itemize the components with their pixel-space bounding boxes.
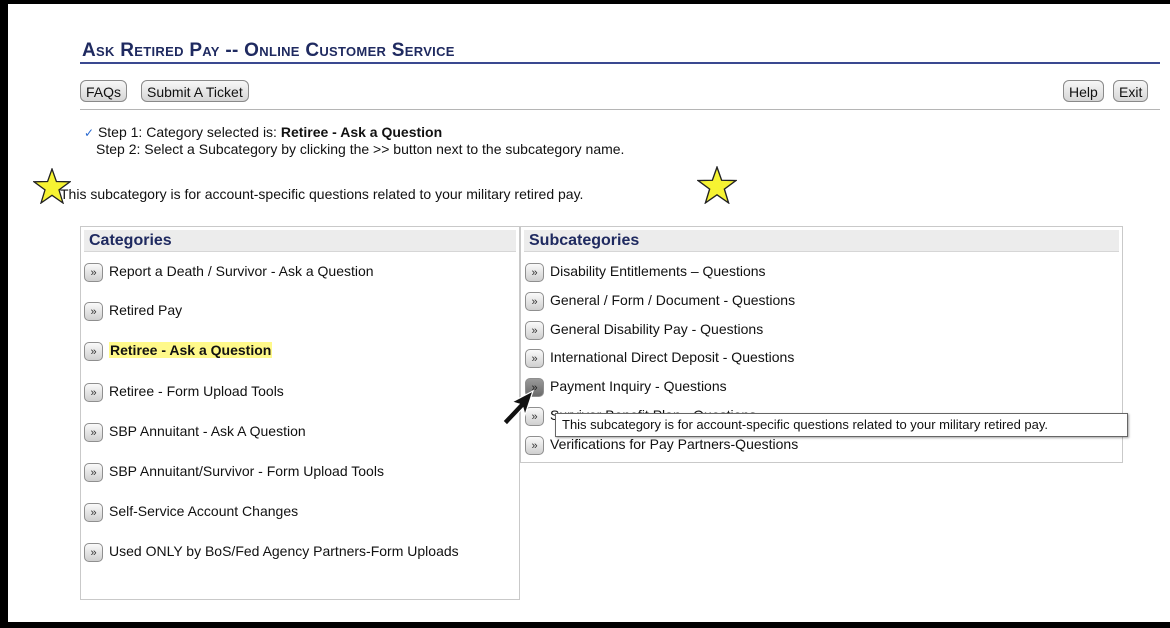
subcategory-label[interactable]: International Direct Deposit - Questions <box>550 349 794 365</box>
subcategories-header: Subcategories <box>524 230 1119 252</box>
submit-ticket-button[interactable]: Submit A Ticket <box>141 80 249 102</box>
subcategory-item: » General / Form / Document - Questions <box>525 291 795 311</box>
page-title: Ask Retired Pay -- Online Customer Servi… <box>82 40 455 61</box>
category-item: » Self-Service Account Changes <box>84 502 298 522</box>
title-divider <box>80 62 1160 64</box>
category-item: » Used ONLY by BoS/Fed Agency Partners-Fo… <box>84 542 504 562</box>
select-subcategory-button[interactable]: » <box>525 320 544 340</box>
select-category-button[interactable]: » <box>84 262 103 282</box>
selected-category: Retiree - Ask a Question <box>280 124 443 140</box>
category-label[interactable]: SBP Annuitant/Survivor - Form Upload Too… <box>109 463 384 479</box>
check-icon: ✓ <box>84 126 95 140</box>
exit-button[interactable]: Exit <box>1113 80 1149 102</box>
subcategory-item: » International Direct Deposit - Question… <box>525 348 794 368</box>
subcategory-label[interactable]: Verifications for Pay Partners-Questions <box>550 436 798 452</box>
select-subcategory-button[interactable]: » <box>525 435 544 455</box>
subcategory-item-hovered: » Payment Inquiry - Questions <box>525 377 727 397</box>
step-2: Step 2: Select a Subcategory by clicking… <box>96 141 625 157</box>
subcategory-label[interactable]: Disability Entitlements – Questions <box>550 263 766 279</box>
category-item: » Retiree - Form Upload Tools <box>84 382 284 402</box>
category-label[interactable]: Retiree - Form Upload Tools <box>109 383 284 399</box>
category-item: » Retired Pay <box>84 301 182 321</box>
select-category-button[interactable]: » <box>84 502 103 522</box>
subcategory-info-text: This subcategory is for account-specific… <box>60 186 584 202</box>
category-label[interactable]: Report a Death / Survivor - Ask a Questi… <box>109 263 374 279</box>
category-label[interactable]: Used ONLY by BoS/Fed Agency Partners-For… <box>109 543 459 559</box>
category-item: » Report a Death / Survivor - Ask a Quest… <box>84 262 374 282</box>
category-label[interactable]: Self-Service Account Changes <box>109 503 298 519</box>
subcategory-item: » Verifications for Pay Partners-Question… <box>525 435 798 455</box>
star-icon <box>697 166 737 204</box>
select-category-button[interactable]: » <box>84 422 103 442</box>
select-category-button[interactable]: » <box>84 382 103 402</box>
toolbar-divider <box>80 109 1160 110</box>
category-label[interactable]: SBP Annuitant - Ask A Question <box>109 423 306 439</box>
subcategory-label[interactable]: Payment Inquiry - Questions <box>550 378 727 394</box>
step-1-prefix: Step 1: Category selected is: <box>97 124 281 140</box>
faqs-button[interactable]: FAQs <box>80 80 128 102</box>
category-label[interactable]: Retired Pay <box>109 302 182 318</box>
subcategory-item: » General Disability Pay - Questions <box>525 320 763 340</box>
subcategory-label[interactable]: General / Form / Document - Questions <box>550 292 795 308</box>
select-category-button[interactable]: » <box>84 301 103 321</box>
step-1: ✓ Step 1: Category selected is: Retiree … <box>84 124 624 141</box>
category-item-selected: » Retiree - Ask a Question <box>84 341 273 361</box>
help-button[interactable]: Help <box>1063 80 1104 102</box>
select-category-button[interactable]: » <box>84 542 103 562</box>
subcategory-item: » Disability Entitlements – Questions <box>525 262 766 282</box>
steps-instructions: ✓ Step 1: Category selected is: Retiree … <box>84 124 624 157</box>
select-category-button[interactable]: » <box>84 341 103 361</box>
subcategory-tooltip: This subcategory is for account-specific… <box>555 413 1128 437</box>
select-subcategory-button[interactable]: » <box>525 262 544 282</box>
arrow-cursor-icon <box>502 390 534 426</box>
select-subcategory-button[interactable]: » <box>525 291 544 311</box>
select-category-button[interactable]: » <box>84 462 103 482</box>
subcategory-label[interactable]: General Disability Pay - Questions <box>550 321 763 337</box>
select-subcategory-button[interactable]: » <box>525 348 544 368</box>
category-label-selected[interactable]: Retiree - Ask a Question <box>109 342 273 358</box>
categories-header: Categories <box>84 230 516 252</box>
category-item: » SBP Annuitant - Ask A Question <box>84 422 306 442</box>
category-item: » SBP Annuitant/Survivor - Form Upload To… <box>84 462 384 482</box>
